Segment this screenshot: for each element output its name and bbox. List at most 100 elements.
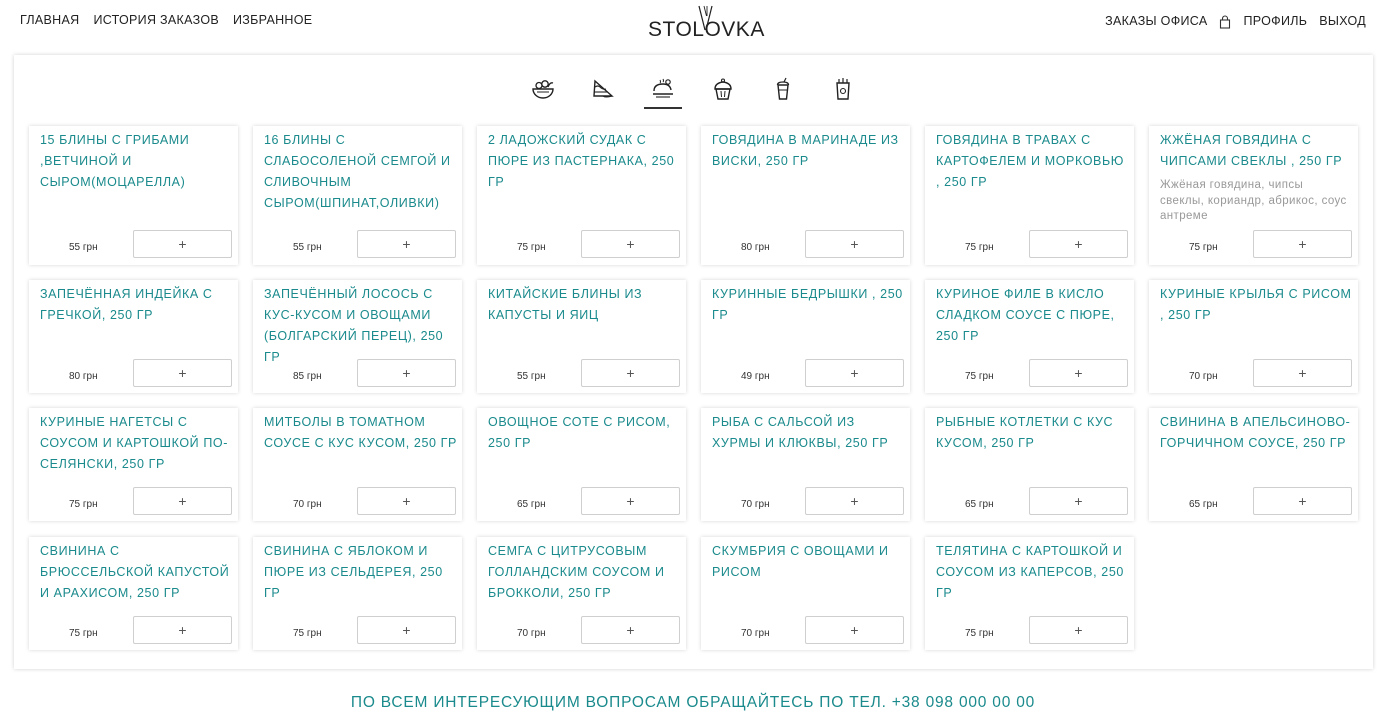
add-to-cart-button[interactable]: + — [133, 230, 232, 258]
dish-card[interactable]: МИТБОЛЫ В ТОМАТНОМ СОУСЕ С КУС КУСОМ, 25… — [253, 408, 462, 521]
main-nav: ГЛАВНАЯ ИСТОРИЯ ЗАКАЗОВ ИЗБРАННОЕ — [20, 13, 312, 27]
dish-card[interactable]: ЗАПЕЧЁННАЯ ИНДЕЙКА С ГРЕЧКОЙ, 250 ГР 80 г… — [29, 280, 238, 393]
plus-icon: + — [1298, 493, 1307, 509]
add-to-cart-button[interactable]: + — [1029, 616, 1128, 644]
add-to-cart-button[interactable]: + — [1029, 359, 1128, 387]
nav-office-orders-link[interactable]: ЗАКАЗЫ ОФИСА — [1105, 14, 1207, 28]
dish-price: 75 грн — [965, 242, 994, 253]
dish-title[interactable]: КУРИНОЕ ФИЛЕ В КИСЛО СЛАДКОМ СОУСЕ С ПЮР… — [936, 284, 1130, 347]
dish-price: 65 грн — [965, 499, 994, 510]
add-to-cart-button[interactable]: + — [1029, 230, 1128, 258]
nav-logout-link[interactable]: ВЫХОД — [1319, 14, 1366, 28]
dish-title[interactable]: ГОВЯДИНА В ТРАВАХ С КАРТОФЕЛЕМ И МОРКОВЬ… — [936, 130, 1130, 193]
dish-card[interactable]: КУРИННЫЕ БЕДРЫШКИ , 250 ГР 49 грн + — [701, 280, 910, 393]
nav-order-history-link[interactable]: ИСТОРИЯ ЗАКАЗОВ — [93, 13, 219, 27]
plus-icon: + — [402, 236, 411, 252]
add-to-cart-button[interactable]: + — [805, 230, 904, 258]
drink-cup-icon — [776, 77, 790, 100]
plus-icon: + — [850, 365, 859, 381]
dish-card[interactable]: СЕМГА С ЦИТРУСОВЫМ ГОЛЛАНДСКИМ СОУСОМ И … — [477, 537, 686, 650]
add-to-cart-button[interactable]: + — [357, 230, 456, 258]
dish-title[interactable]: СВИНИНА В АПЕЛЬСИНОВО-ГОРЧИЧНОМ СОУСЕ, 2… — [1160, 412, 1354, 454]
plus-icon: + — [1298, 365, 1307, 381]
dish-title[interactable]: КИТАЙСКИЕ БЛИНЫ ИЗ КАПУСТЫ И ЯИЦ — [488, 284, 682, 326]
add-to-cart-button[interactable]: + — [805, 487, 904, 515]
dish-title[interactable]: СЕМГА С ЦИТРУСОВЫМ ГОЛЛАНДСКИМ СОУСОМ И … — [488, 541, 682, 604]
add-to-cart-button[interactable]: + — [133, 359, 232, 387]
add-to-cart-button[interactable]: + — [1253, 230, 1352, 258]
tab-desserts[interactable] — [704, 71, 742, 107]
dish-title[interactable]: 16 БЛИНЫ С СЛАБОСОЛЕНОЙ СЕМГОЙ И СЛИВОЧН… — [264, 130, 458, 214]
tab-sandwiches[interactable] — [584, 71, 622, 107]
plus-icon: + — [850, 236, 859, 252]
tab-snacks[interactable] — [824, 71, 862, 107]
dish-card[interactable]: ЖЖЁНАЯ ГОВЯДИНА С ЧИПСАМИ СВЕКЛЫ , 250 Г… — [1149, 126, 1358, 265]
dish-title[interactable]: РЫБНЫЕ КОТЛЕТКИ С КУС КУСОМ, 250 ГР — [936, 412, 1130, 454]
dish-card[interactable]: СВИНИНА С ЯБЛОКОМ И ПЮРЕ ИЗ СЕЛЬДЕРЕЯ, 2… — [253, 537, 462, 650]
dish-price: 75 грн — [965, 628, 994, 639]
add-to-cart-button[interactable]: + — [1253, 359, 1352, 387]
tab-salads[interactable] — [524, 71, 562, 107]
dish-card[interactable]: ГОВЯДИНА В ТРАВАХ С КАРТОФЕЛЕМ И МОРКОВЬ… — [925, 126, 1134, 265]
dish-title[interactable]: ОВОЩНОЕ СОТЕ С РИСОМ, 250 ГР — [488, 412, 682, 454]
dish-title[interactable]: КУРИНЫЕ КРЫЛЬЯ С РИСОМ , 250 ГР — [1160, 284, 1354, 326]
add-to-cart-button[interactable]: + — [581, 359, 680, 387]
add-to-cart-button[interactable]: + — [581, 616, 680, 644]
add-to-cart-button[interactable]: + — [357, 487, 456, 515]
dish-title[interactable]: ЗАПЕЧЁННЫЙ ЛОСОСЬ С КУС-КУСОМ И ОВОЩАМИ … — [264, 284, 458, 368]
add-to-cart-button[interactable]: + — [133, 616, 232, 644]
dish-title[interactable]: КУРИННЫЕ БЕДРЫШКИ , 250 ГР — [712, 284, 906, 326]
add-to-cart-button[interactable]: + — [581, 230, 680, 258]
dish-title[interactable]: ТЕЛЯТИНА С КАРТОШКОЙ И СОУСОМ ИЗ КАПЕРСО… — [936, 541, 1130, 604]
dish-title[interactable]: СВИНИНА С БРЮССЕЛЬСКОЙ КАПУСТОЙ И АРАХИС… — [40, 541, 234, 604]
dish-title[interactable]: КУРИНЫЕ НАГЕТСЫ С СОУСОМ И КАРТОШКОЙ ПО-… — [40, 412, 234, 475]
add-to-cart-button[interactable]: + — [357, 359, 456, 387]
add-to-cart-button[interactable]: + — [805, 359, 904, 387]
dish-title[interactable]: ГОВЯДИНА В МАРИНАДЕ ИЗ ВИСКИ, 250 ГР — [712, 130, 906, 172]
dish-title[interactable]: ЗАПЕЧЁННАЯ ИНДЕЙКА С ГРЕЧКОЙ, 250 ГР — [40, 284, 234, 326]
dish-card[interactable]: ГОВЯДИНА В МАРИНАДЕ ИЗ ВИСКИ, 250 ГР 80 г… — [701, 126, 910, 265]
dish-card[interactable]: КУРИНОЕ ФИЛЕ В КИСЛО СЛАДКОМ СОУСЕ С ПЮР… — [925, 280, 1134, 393]
dish-card[interactable]: КИТАЙСКИЕ БЛИНЫ ИЗ КАПУСТЫ И ЯИЦ 55 грн + — [477, 280, 686, 393]
nav-profile-link[interactable]: ПРОФИЛЬ — [1243, 14, 1307, 28]
dish-price: 70 грн — [293, 499, 322, 510]
dish-card[interactable]: СВИНИНА В АПЕЛЬСИНОВО-ГОРЧИЧНОМ СОУСЕ, 2… — [1149, 408, 1358, 521]
dish-card[interactable]: ЗАПЕЧЁННЫЙ ЛОСОСЬ С КУС-КУСОМ И ОВОЩАМИ … — [253, 280, 462, 393]
dish-card[interactable]: ТЕЛЯТИНА С КАРТОШКОЙ И СОУСОМ ИЗ КАПЕРСО… — [925, 537, 1134, 650]
add-to-cart-button[interactable]: + — [1029, 487, 1128, 515]
dish-title[interactable]: СКУМБРИЯ С ОВОЩАМИ И РИСОМ — [712, 541, 906, 583]
dish-title[interactable]: РЫБА С САЛЬСОЙ ИЗ ХУРМЫ И КЛЮКВЫ, 250 ГР — [712, 412, 906, 454]
dish-card[interactable]: РЫБА С САЛЬСОЙ ИЗ ХУРМЫ И КЛЮКВЫ, 250 ГР… — [701, 408, 910, 521]
dish-title[interactable]: 15 БЛИНЫ С ГРИБАМИ ,ВЕТЧИНОЙ И СЫРОМ(МОЦ… — [40, 130, 234, 193]
add-to-cart-button[interactable]: + — [1253, 487, 1352, 515]
dish-card[interactable]: КУРИНЫЕ НАГЕТСЫ С СОУСОМ И КАРТОШКОЙ ПО-… — [29, 408, 238, 521]
dish-card[interactable]: ОВОЩНОЕ СОТЕ С РИСОМ, 250 ГР 65 грн + — [477, 408, 686, 521]
add-to-cart-button[interactable]: + — [805, 616, 904, 644]
dish-title[interactable]: МИТБОЛЫ В ТОМАТНОМ СОУСЕ С КУС КУСОМ, 25… — [264, 412, 458, 454]
dish-card[interactable]: 2 ЛАДОЖСКИЙ СУДАК С ПЮРЕ ИЗ ПАСТЕРНАКА, … — [477, 126, 686, 265]
dish-price: 55 грн — [69, 242, 98, 253]
dish-title[interactable]: СВИНИНА С ЯБЛОКОМ И ПЮРЕ ИЗ СЕЛЬДЕРЕЯ, 2… — [264, 541, 458, 604]
cart-icon[interactable] — [1219, 15, 1231, 29]
nav-home-link[interactable]: ГЛАВНАЯ — [20, 13, 79, 27]
add-to-cart-button[interactable]: + — [357, 616, 456, 644]
dish-card[interactable]: СКУМБРИЯ С ОВОЩАМИ И РИСОМ 70 грн + — [701, 537, 910, 650]
tab-drinks[interactable] — [764, 71, 802, 107]
nav-favorites-link[interactable]: ИЗБРАННОЕ — [233, 13, 312, 27]
plus-icon: + — [178, 365, 187, 381]
dish-card[interactable]: 15 БЛИНЫ С ГРИБАМИ ,ВЕТЧИНОЙ И СЫРОМ(МОЦ… — [29, 126, 238, 265]
add-to-cart-button[interactable]: + — [133, 487, 232, 515]
dish-card[interactable]: РЫБНЫЕ КОТЛЕТКИ С КУС КУСОМ, 250 ГР 65 гр… — [925, 408, 1134, 521]
dish-title[interactable]: 2 ЛАДОЖСКИЙ СУДАК С ПЮРЕ ИЗ ПАСТЕРНАКА, … — [488, 130, 682, 193]
dish-price: 70 грн — [741, 499, 770, 510]
tab-hot-dishes[interactable] — [644, 71, 682, 109]
dish-price: 75 грн — [517, 242, 546, 253]
logo[interactable]: STOLOVKA — [648, 4, 764, 44]
dish-card[interactable]: КУРИНЫЕ КРЫЛЬЯ С РИСОМ , 250 ГР 70 грн + — [1149, 280, 1358, 393]
add-to-cart-button[interactable]: + — [581, 487, 680, 515]
dish-card[interactable]: 16 БЛИНЫ С СЛАБОСОЛЕНОЙ СЕМГОЙ И СЛИВОЧН… — [253, 126, 462, 265]
plus-icon: + — [850, 622, 859, 638]
dish-card[interactable]: СВИНИНА С БРЮССЕЛЬСКОЙ КАПУСТОЙ И АРАХИС… — [29, 537, 238, 650]
plus-icon: + — [626, 493, 635, 509]
dish-title[interactable]: ЖЖЁНАЯ ГОВЯДИНА С ЧИПСАМИ СВЕКЛЫ , 250 Г… — [1160, 130, 1354, 172]
